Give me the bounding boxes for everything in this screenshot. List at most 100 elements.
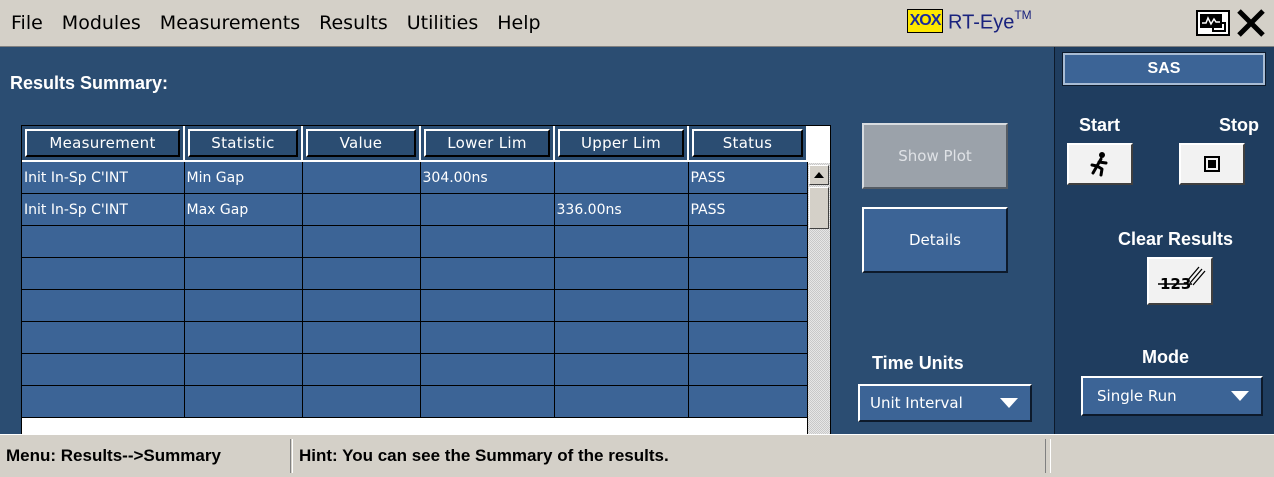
details-button[interactable]: Details: [862, 207, 1008, 273]
cell-value: [302, 225, 421, 258]
cell-measurement: Init In-Sp C'INT: [22, 161, 185, 194]
cell-statistic: [184, 225, 303, 258]
cell-statistic: [184, 353, 303, 386]
cell-statistic: [184, 321, 303, 354]
app-title-text: RT-Eye: [948, 11, 1015, 34]
module-button[interactable]: SAS: [1062, 52, 1266, 86]
cell-lower-lim: [420, 321, 555, 354]
table-row[interactable]: [22, 385, 808, 418]
results-table: Measurement Statistic Value Lower Lim Up…: [22, 126, 808, 418]
eraser-icon: 123: [1158, 266, 1206, 293]
cell-statistic: [184, 257, 303, 290]
status-menu-path: Menu: Results-->Summary: [6, 446, 221, 465]
table-row[interactable]: [22, 289, 808, 322]
time-units-value: Unit Interval: [870, 394, 963, 412]
column-header-label: Status: [692, 129, 803, 157]
cell-status: [688, 225, 808, 258]
table-row[interactable]: [22, 353, 808, 386]
cell-lower-lim: [420, 257, 555, 290]
cell-measurement: [22, 385, 185, 418]
cell-upper-lim: [554, 385, 689, 418]
menu-results[interactable]: Results: [319, 12, 388, 34]
mode-value: Single Run: [1097, 387, 1177, 405]
cell-measurement: [22, 353, 185, 386]
table-row[interactable]: [22, 257, 808, 290]
table-row[interactable]: Init In-Sp C'INT Min Gap 304.00ns PASS: [22, 161, 808, 194]
cell-upper-lim: [554, 257, 689, 290]
status-hint: Hint: You can see the Summary of the res…: [290, 439, 1046, 473]
cell-status: PASS: [688, 161, 808, 194]
clear-results-button[interactable]: 123: [1147, 257, 1213, 305]
running-man-icon: [1090, 152, 1108, 177]
menu-help[interactable]: Help: [497, 12, 540, 34]
column-header-value[interactable]: Value: [302, 126, 421, 162]
cell-status: PASS: [688, 193, 808, 226]
cell-status: [688, 289, 808, 322]
cell-lower-lim: [420, 193, 555, 226]
stop-label: Stop: [1219, 115, 1259, 135]
stop-button[interactable]: [1179, 143, 1245, 185]
cell-statistic: [184, 289, 303, 322]
cell-value: [302, 161, 421, 194]
arrow-up-icon: [814, 172, 824, 178]
cell-upper-lim: [554, 353, 689, 386]
scope-view-icon[interactable]: [1196, 10, 1230, 36]
cell-lower-lim: [420, 225, 555, 258]
scroll-thumb[interactable]: [809, 187, 829, 229]
cell-status: [688, 385, 808, 418]
menu-measurements[interactable]: Measurements: [160, 12, 300, 34]
cell-lower-lim: 304.00ns: [420, 161, 555, 194]
clear-results-label: Clear Results: [1118, 229, 1234, 249]
results-scrollbar[interactable]: [807, 163, 830, 469]
cell-statistic: Min Gap: [184, 161, 303, 194]
menu-modules[interactable]: Modules: [62, 12, 141, 34]
app-title-trademark: TM: [1014, 8, 1032, 22]
column-header-label: Upper Lim: [558, 129, 684, 157]
column-header-label: Value: [306, 129, 416, 157]
cell-statistic: Max Gap: [184, 193, 303, 226]
scope-view-icon-screen: [1200, 14, 1222, 28]
app-logo: XOX: [907, 9, 943, 33]
cell-status: [688, 257, 808, 290]
cell-upper-lim: [554, 321, 689, 354]
show-plot-button[interactable]: Show Plot: [862, 123, 1008, 189]
cell-lower-lim: [420, 289, 555, 322]
status-empty-cell: [1050, 439, 1270, 473]
cell-status: [688, 321, 808, 354]
cell-upper-lim: [554, 161, 689, 194]
cell-value: [302, 289, 421, 322]
column-header-status[interactable]: Status: [688, 126, 808, 162]
table-row[interactable]: [22, 321, 808, 354]
cell-upper-lim: [554, 289, 689, 322]
cell-measurement: [22, 257, 185, 290]
start-button[interactable]: [1067, 143, 1133, 185]
time-units-label: Time Units: [872, 353, 964, 373]
results-table-body: Init In-Sp C'INT Min Gap 304.00ns PASS Init …: [22, 161, 808, 418]
column-header-measurement[interactable]: Measurement: [22, 126, 185, 162]
app-title: RT-EyeTM: [948, 8, 1032, 35]
chevron-down-icon: [1231, 391, 1249, 401]
cell-value: [302, 353, 421, 386]
control-panel: SAS Start Stop Clear Results 123 Mode Si…: [1054, 47, 1274, 434]
close-icon[interactable]: [1234, 6, 1268, 40]
cell-upper-lim: 336.00ns: [554, 193, 689, 226]
app-logo-text: XOX: [909, 12, 942, 29]
mode-dropdown[interactable]: Single Run: [1081, 376, 1263, 416]
table-row[interactable]: [22, 225, 808, 258]
results-panel: Results Summary: Measurement Statistic V…: [0, 47, 1054, 470]
column-header-statistic[interactable]: Statistic: [184, 126, 303, 162]
cell-value: [302, 385, 421, 418]
cell-measurement: Init In-Sp C'INT: [22, 193, 185, 226]
menu-items: File Modules Measurements Results Utilit…: [8, 0, 560, 46]
cell-value: [302, 193, 421, 226]
column-header-upper-lim[interactable]: Upper Lim: [554, 126, 689, 162]
scroll-up-button[interactable]: [809, 165, 829, 185]
cell-lower-lim: [420, 353, 555, 386]
table-row[interactable]: Init In-Sp C'INT Max Gap 336.00ns PASS: [22, 193, 808, 226]
time-units-dropdown[interactable]: Unit Interval: [858, 384, 1032, 422]
start-label: Start: [1079, 115, 1121, 135]
menu-file[interactable]: File: [11, 12, 43, 34]
column-header-label: Measurement: [25, 129, 180, 157]
menu-utilities[interactable]: Utilities: [407, 12, 479, 34]
column-header-lower-lim[interactable]: Lower Lim: [420, 126, 555, 162]
